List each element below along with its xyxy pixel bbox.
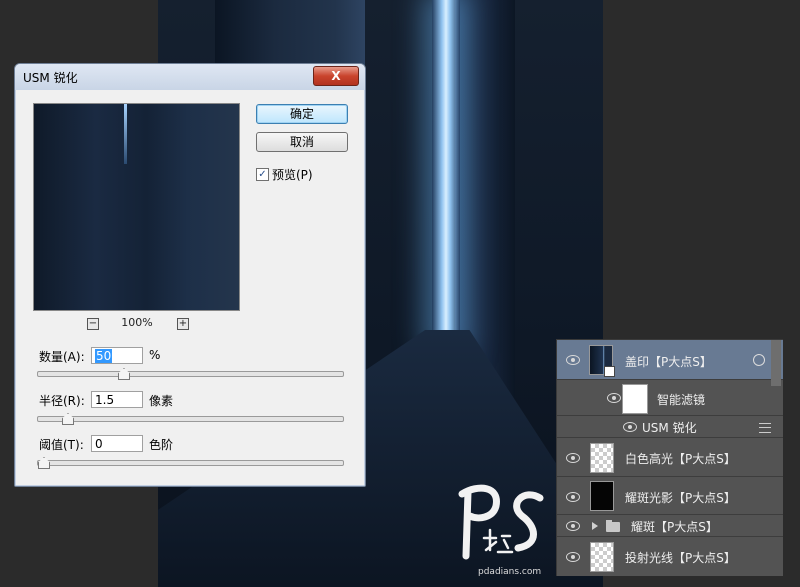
filter-mask-thumbnail	[622, 384, 648, 414]
layers-panel: 盖印【P大点S】 智能滤镜 USM 锐化 白色高光【P大点S】 耀斑光影【P大点…	[556, 339, 783, 576]
filter-name: USM 锐化	[642, 421, 697, 435]
close-button[interactable]: X	[313, 66, 359, 86]
layer-thumbnail	[590, 443, 614, 473]
layer-name: 投射光线【P大点S】	[625, 551, 736, 565]
eye-icon[interactable]	[566, 492, 580, 502]
eye-icon[interactable]	[607, 393, 621, 403]
filter-row[interactable]: USM 锐化	[557, 416, 783, 438]
folder-icon	[606, 520, 620, 532]
layer-row[interactable]: 耀斑光影【P大点S】	[557, 477, 783, 515]
preview-label: 预览(P)	[272, 168, 313, 182]
filter-options-icon[interactable]	[759, 423, 771, 433]
ok-button[interactable]: 确定	[256, 104, 348, 124]
eye-icon[interactable]	[566, 355, 580, 365]
radius-field[interactable]: 1.5	[91, 391, 143, 408]
amount-value: 50	[95, 349, 113, 363]
group-row[interactable]: 耀斑【P大点S】	[557, 515, 783, 537]
threshold-label: 阈值(T):	[39, 438, 84, 452]
amount-label: 数量(A):	[39, 350, 85, 364]
preview-checkbox-row[interactable]: ✓ 预览(P)	[256, 166, 313, 183]
layer-thumbnail	[590, 542, 614, 572]
zoom-out-button[interactable]: −	[87, 318, 99, 330]
zoom-in-button[interactable]: +	[177, 318, 189, 330]
threshold-slider-thumb[interactable]	[38, 457, 50, 469]
amount-slider[interactable]	[37, 368, 344, 380]
preview-checkbox[interactable]: ✓	[256, 168, 269, 181]
layer-row[interactable]: 白色高光【P大点S】	[557, 438, 783, 477]
ps-logo-icon	[458, 484, 544, 560]
eye-icon[interactable]	[623, 422, 637, 432]
radius-label: 半径(R):	[39, 394, 85, 408]
radius-slider[interactable]	[37, 413, 344, 425]
threshold-slider[interactable]	[37, 457, 344, 469]
dialog-titlebar[interactable]: USM 锐化 X	[15, 64, 365, 90]
zoom-level: 100%	[121, 316, 153, 329]
door-light	[432, 0, 460, 345]
layer-thumbnail	[590, 481, 614, 511]
preview-image[interactable]	[33, 103, 240, 311]
dialog-title: USM 锐化	[23, 71, 78, 85]
expand-arrow-icon[interactable]	[592, 522, 598, 530]
layer-name: 耀斑光影【P大点S】	[625, 491, 736, 505]
threshold-unit: 色阶	[149, 438, 174, 452]
radius-slider-thumb[interactable]	[62, 413, 74, 425]
group-name: 耀斑【P大点S】	[631, 520, 718, 534]
cancel-button[interactable]: 取消	[256, 132, 348, 152]
filter-effects-icon[interactable]	[753, 354, 765, 366]
layer-row[interactable]: 投射光线【P大点S】	[557, 537, 783, 576]
amount-field[interactable]: 50	[91, 347, 143, 364]
layer-row[interactable]: 盖印【P大点S】	[557, 340, 783, 386]
smart-object-icon	[604, 366, 615, 377]
usm-sharpen-dialog: USM 锐化 X − 100% + 确定 取消 ✓ 预览(P) 数量(A): 5…	[14, 63, 366, 487]
layer-name: 白色高光【P大点S】	[625, 452, 736, 466]
smart-filter-row[interactable]: 智能滤镜	[557, 380, 783, 416]
eye-icon[interactable]	[566, 521, 580, 531]
radius-unit: 像素	[149, 394, 174, 408]
eye-icon[interactable]	[566, 552, 580, 562]
watermark-logo: pdadians.com	[448, 478, 558, 583]
preview-beam	[124, 104, 127, 164]
smart-filter-label: 智能滤镜	[657, 393, 706, 407]
eye-icon[interactable]	[566, 453, 580, 463]
amount-unit: %	[149, 348, 161, 362]
watermark-site: pdadians.com	[478, 567, 542, 577]
threshold-field[interactable]: 0	[91, 435, 143, 452]
amount-slider-thumb[interactable]	[118, 368, 130, 380]
layer-name: 盖印【P大点S】	[625, 355, 712, 369]
